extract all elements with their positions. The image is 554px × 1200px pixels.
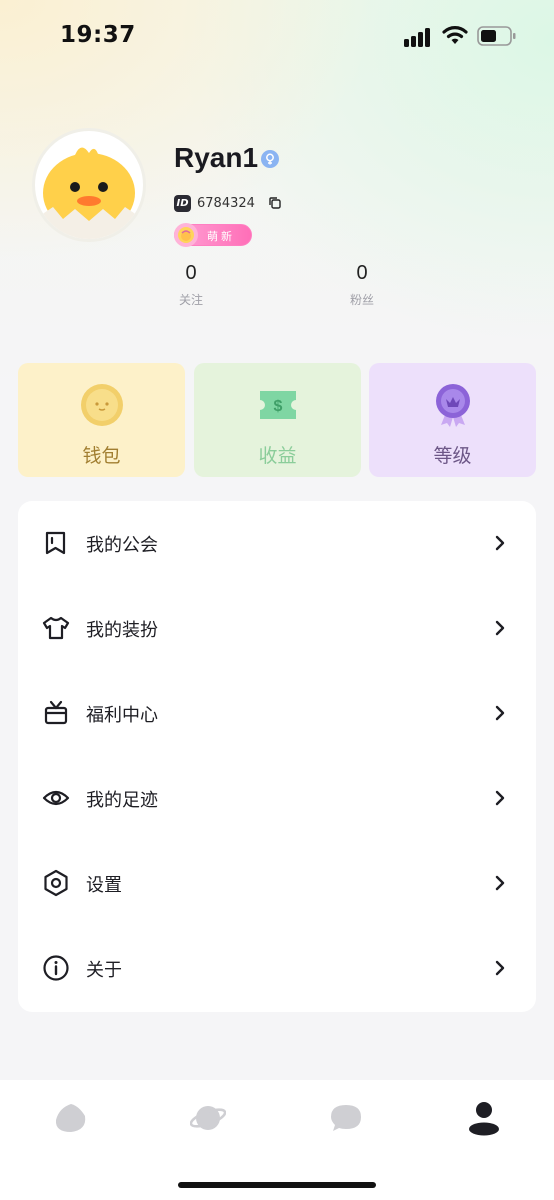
following-stat[interactable]: 0 关注 [151,262,231,308]
menu-list: 我的公会 我的装扮 福利中心 我的足迹 设置 关于 [18,501,536,1012]
female-gender-icon [261,150,279,168]
chevron-right-icon [495,620,505,636]
wallet-card[interactable]: 钱包 [18,363,185,477]
menu-item-welfare[interactable]: 福利中心 [18,671,536,756]
copy-icon[interactable] [267,195,283,211]
status-bar: 19:37 [0,0,554,70]
chevron-right-icon [495,960,505,976]
menu-label-footprints: 我的足迹 [86,790,158,811]
planet-icon[interactable] [190,1100,226,1136]
profile-icon[interactable] [466,1100,502,1136]
status-time: 19:37 [60,22,136,48]
username: Ryan1 [174,142,259,173]
avatar[interactable] [32,128,146,242]
menu-item-outfit[interactable]: 我的装扮 [18,586,536,671]
cellular-signal-icon [404,27,434,47]
menu-label-settings: 设置 [86,875,122,896]
menu-label-outfit: 我的装扮 [86,620,158,641]
menu-label-about: 关于 [86,960,122,981]
eye-icon [42,790,70,806]
menu-label-welfare: 福利中心 [86,705,158,726]
battery-icon [477,26,516,46]
hexagon-settings-icon [44,869,68,897]
user-id-value: 6784324 [197,195,255,211]
menu-label-guild: 我的公会 [86,535,158,556]
chevron-right-icon [495,705,505,721]
chick-avatar-icon [41,147,137,239]
menu-item-guild[interactable]: 我的公会 [18,501,536,586]
info-icon [43,955,69,981]
shirt-icon [42,616,70,640]
wifi-icon [442,26,468,44]
level-badge: 萌新 [174,223,252,247]
id-tag: ID [174,194,191,212]
followers-stat[interactable]: 0 粉丝 [322,262,402,308]
following-label: 关注 [178,293,203,307]
coin-icon [81,384,123,426]
income-card[interactable]: $ 收益 [194,363,361,477]
menu-item-about[interactable]: 关于 [18,926,536,1011]
menu-item-settings[interactable]: 设置 [18,841,536,926]
level-card[interactable]: 等级 [369,363,536,477]
bookmark-icon [45,531,66,555]
medal-icon [436,384,470,427]
home-blob-icon[interactable] [53,1100,89,1136]
user-id-row: ID 6784324 [174,193,283,213]
followers-label: 粉丝 [349,293,374,307]
menu-item-footprints[interactable]: 我的足迹 [18,756,536,841]
home-indicator [178,1182,376,1188]
ticket-icon: $ [260,391,296,419]
level-label: 等级 [433,445,472,467]
chevron-right-icon [495,875,505,891]
wallet-label: 钱包 [82,445,121,467]
svg-text:$: $ [274,398,283,415]
gift-icon [44,700,68,725]
badge-text: 萌新 [207,230,235,243]
chevron-right-icon [495,790,505,806]
followers-count: 0 [356,262,368,284]
flower-badge-icon [174,223,198,247]
income-label: 收益 [258,445,297,467]
following-count: 0 [185,262,197,284]
chevron-right-icon [495,535,505,551]
chat-bubble-icon[interactable] [328,1100,364,1136]
